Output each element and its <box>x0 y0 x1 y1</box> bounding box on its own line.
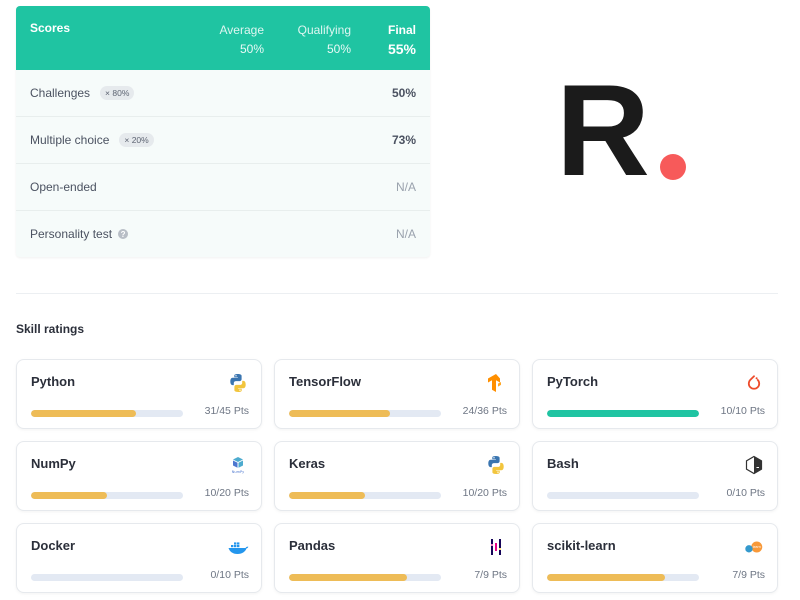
skill-name: Pandas <box>289 538 336 553</box>
skill-card-pandas: Pandas 7/9 Pts <box>274 523 520 593</box>
skill-progress-fill <box>547 574 666 581</box>
brand-logo: R <box>556 65 696 195</box>
pandas-icon <box>485 536 507 558</box>
scores-header: Scores Average 50% Qualifying 50% Final … <box>16 6 430 70</box>
scores-card: Scores Average 50% Qualifying 50% Final … <box>16 6 430 257</box>
skill-progress-track <box>547 574 699 581</box>
score-row-value: N/A <box>395 227 416 241</box>
help-icon[interactable]: ? <box>118 229 129 239</box>
skill-progress-fill <box>289 574 408 581</box>
skill-name: Keras <box>289 456 326 471</box>
skill-card-scikit-learn: scikit-learn learn 7/9 Pts <box>532 523 778 593</box>
skill-progress-fill <box>289 410 391 417</box>
skill-progress-track <box>289 492 441 499</box>
docker-icon <box>227 536 249 558</box>
skill-card-numpy: NumPy NumPy 10/20 Pts <box>16 441 262 511</box>
score-row-value: 73% <box>391 133 416 147</box>
skill-card-tensorflow: TensorFlow 24/36 Pts <box>274 359 520 429</box>
section-divider <box>16 293 778 294</box>
skill-name: PyTorch <box>547 374 599 389</box>
score-row-open-ended: Open-ended N/A <box>16 164 430 211</box>
logo-letter: R <box>556 57 650 203</box>
skill-card-bash: Bash 0/10 Pts <box>532 441 778 511</box>
skill-points: 0/10 Pts <box>210 569 249 581</box>
svg-text:NumPy: NumPy <box>232 470 244 474</box>
weight-badge: × 20% <box>119 133 154 147</box>
score-row-label: Open-ended <box>30 180 97 194</box>
skill-points: 24/36 Pts <box>462 405 507 417</box>
score-row-label: Challenges <box>30 86 91 100</box>
average-column: Average 50% <box>220 21 264 59</box>
scikit-learn-icon: learn <box>743 536 765 558</box>
weight-badge: × 80% <box>100 86 135 100</box>
skill-name: scikit-learn <box>547 538 616 553</box>
qualifying-value: 50% <box>326 42 351 56</box>
score-row-challenges: Challenges × 80% 50% <box>16 70 430 117</box>
skill-points: 7/9 Pts <box>732 569 765 581</box>
skill-progress-track <box>31 574 183 581</box>
skill-points: 0/10 Pts <box>726 487 765 499</box>
skill-progress-fill <box>31 492 107 499</box>
skill-progress-track <box>289 574 441 581</box>
skill-card-pytorch: PyTorch 10/10 Pts <box>532 359 778 429</box>
skill-points: 10/20 Pts <box>204 487 249 499</box>
skill-points: 10/20 Pts <box>462 487 507 499</box>
skill-name: Bash <box>547 456 579 471</box>
skill-points: 31/45 Pts <box>204 405 249 417</box>
skill-progress-track <box>31 492 183 499</box>
python-icon <box>485 454 507 476</box>
score-row-label: Multiple choice <box>30 133 110 147</box>
skill-points: 10/10 Pts <box>720 405 765 417</box>
svg-text:learn: learn <box>753 545 761 549</box>
average-label: Average <box>219 23 264 37</box>
scores-title: Scores <box>30 21 71 35</box>
skill-progress-fill <box>31 410 136 417</box>
score-row-label: Personality test <box>30 227 113 241</box>
final-column: Final 55% <box>388 21 416 59</box>
logo-dot <box>660 154 686 180</box>
skill-name: Python <box>31 374 76 389</box>
python-icon <box>227 372 249 394</box>
skill-points: 7/9 Pts <box>474 569 507 581</box>
skill-progress-fill <box>289 492 365 499</box>
skill-card-docker: Docker 0/10 Pts <box>16 523 262 593</box>
skill-name: NumPy <box>31 456 76 471</box>
final-label: Final <box>387 23 416 37</box>
score-row-multiple-choice: Multiple choice × 20% 73% <box>16 117 430 164</box>
score-row-value: 50% <box>391 86 416 100</box>
final-value: 55% <box>387 41 416 57</box>
skill-card-keras: Keras 10/20 Pts <box>274 441 520 511</box>
bash-icon <box>743 454 765 476</box>
skill-card-python: Python 31/45 Pts <box>16 359 262 429</box>
tensorflow-icon <box>485 372 507 394</box>
score-row-value: N/A <box>395 180 416 194</box>
skill-progress-track <box>289 410 441 417</box>
skill-progress-track <box>547 492 699 499</box>
skill-progress-track <box>547 410 699 417</box>
score-row-personality-test: Personality test ? N/A <box>16 211 430 257</box>
skill-name: Docker <box>31 538 76 553</box>
numpy-icon: NumPy <box>227 454 249 476</box>
skill-name: TensorFlow <box>289 374 361 389</box>
skill-progress-track <box>31 410 183 417</box>
qualifying-label: Qualifying <box>297 23 351 37</box>
average-value: 50% <box>239 42 264 56</box>
qualifying-column: Qualifying 50% <box>298 21 351 59</box>
skill-progress-fill <box>547 410 699 417</box>
skill-ratings-title: Skill ratings <box>16 322 85 336</box>
pytorch-icon <box>743 372 765 394</box>
